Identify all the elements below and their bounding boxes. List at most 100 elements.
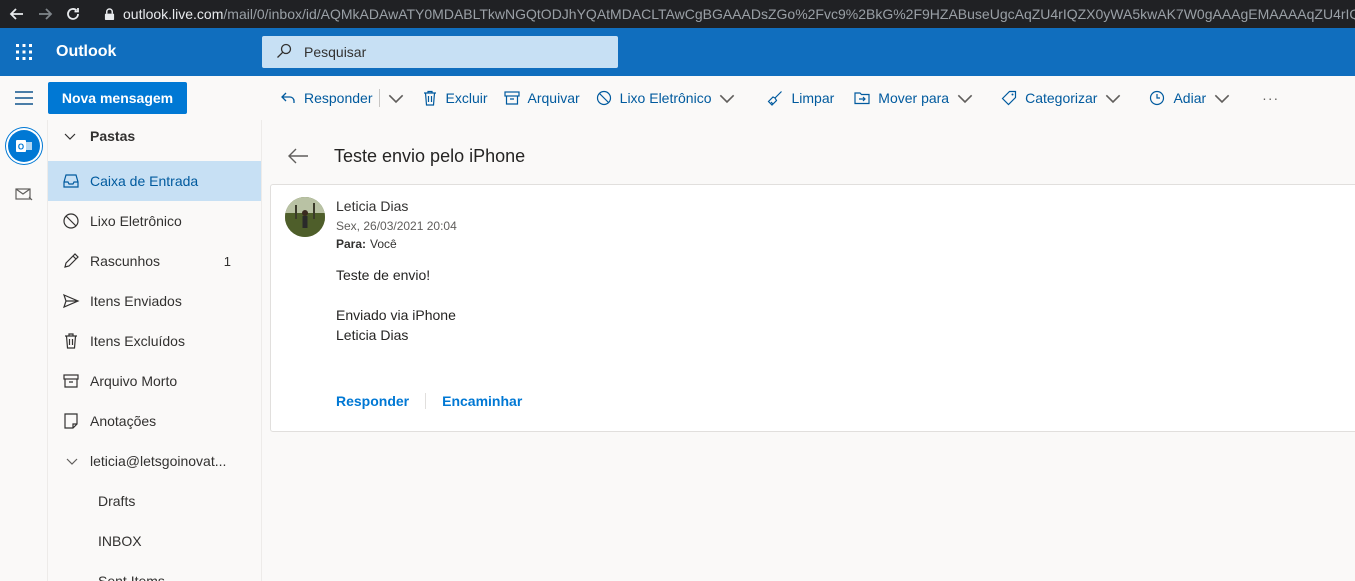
- more-actions-button[interactable]: ···: [1254, 76, 1287, 120]
- recipients: Para: Você: [336, 237, 397, 251]
- subfolder-drafts[interactable]: Drafts: [48, 481, 261, 521]
- body-line: Enviado via iPhone: [336, 307, 456, 323]
- junk-label: Lixo Eletrônico: [619, 90, 712, 106]
- folder-archive[interactable]: Arquivo Morto: [48, 361, 261, 401]
- svg-text:O: O: [18, 143, 24, 152]
- delete-label: Excluir: [445, 90, 488, 106]
- categorize-button[interactable]: Categorizar: [993, 76, 1137, 120]
- snooze-button[interactable]: Adiar: [1141, 76, 1246, 120]
- body-line: Teste de envio!: [336, 267, 431, 283]
- to-label: Para:: [336, 237, 367, 251]
- inbox-icon: [63, 174, 79, 188]
- forward-link[interactable]: Encaminhar: [442, 393, 522, 409]
- sweep-button[interactable]: Limpar: [759, 76, 842, 120]
- reply-icon: [281, 92, 295, 103]
- snooze-label: Adiar: [1173, 90, 1207, 106]
- sent-icon: [63, 293, 80, 309]
- app-rail: O: [0, 120, 48, 581]
- back-arrow-icon[interactable]: [262, 148, 334, 164]
- search-icon: [276, 43, 292, 62]
- folder-label: Arquivo Morto: [90, 373, 178, 389]
- notes-icon: [64, 413, 78, 429]
- message-date: Sex, 26/03/2021 20:04: [336, 219, 457, 233]
- message-card: Leticia Dias Sex, 26/03/2021 20:04 Para:…: [270, 184, 1355, 432]
- message-actions: Responder Encaminhar: [336, 393, 522, 409]
- reply-button[interactable]: Responder: [272, 76, 379, 120]
- account-folder-group[interactable]: leticia@letsgoinovat...: [48, 441, 261, 481]
- tag-icon: [1001, 90, 1017, 106]
- chevron-down-icon: [1106, 94, 1121, 104]
- new-message-button[interactable]: Nova mensagem: [48, 82, 187, 114]
- body-line: [336, 285, 456, 305]
- archive-label: Arquivar: [527, 90, 580, 106]
- folder-label: Itens Enviados: [90, 293, 182, 309]
- url-field[interactable]: outlook.live.com /mail/0/inbox/id/AQMkAD…: [104, 0, 1355, 28]
- app-header: Outlook Pesquisar: [0, 28, 1355, 76]
- junk-icon: [63, 213, 79, 229]
- folder-drafts[interactable]: Rascunhos 1: [48, 241, 261, 281]
- unread-count: 1: [223, 253, 231, 269]
- junk-button[interactable]: Lixo Eletrônico: [588, 76, 752, 120]
- message-body: Teste de envio! Enviado via iPhone Letic…: [336, 265, 456, 345]
- delete-button[interactable]: Excluir: [414, 76, 496, 120]
- toolbar-divider: [378, 89, 380, 107]
- trash-icon: [65, 333, 77, 349]
- chevron-down-icon: [64, 133, 76, 140]
- categorize-label: Categorizar: [1025, 90, 1098, 106]
- reply-label: Responder: [304, 90, 373, 106]
- broom-icon: [768, 91, 783, 106]
- reply-options-dropdown[interactable]: [382, 76, 414, 120]
- chevron-down-icon: [957, 94, 973, 104]
- reply-link[interactable]: Responder: [336, 393, 409, 409]
- app-title[interactable]: Outlook: [56, 43, 262, 61]
- browser-address-bar: outlook.live.com /mail/0/inbox/id/AQMkAD…: [0, 0, 1355, 28]
- draft-icon: [64, 253, 79, 268]
- url-host: outlook.live.com: [123, 6, 224, 22]
- folder-deleted[interactable]: Itens Excluídos: [48, 321, 261, 361]
- move-folder-icon: [854, 92, 870, 105]
- app-launcher-icon[interactable]: [0, 28, 48, 76]
- mail-app-button[interactable]: O: [0, 122, 48, 170]
- search-input[interactable]: Pesquisar: [262, 36, 618, 68]
- mail-envelope-icon[interactable]: [0, 170, 48, 218]
- to-value[interactable]: Você: [370, 237, 397, 251]
- reload-icon[interactable]: [62, 3, 84, 25]
- sweep-label: Limpar: [791, 90, 835, 106]
- folders-header[interactable]: Pastas: [48, 120, 261, 152]
- folder-label: Anotações: [90, 413, 157, 429]
- subfolder-inbox[interactable]: INBOX: [48, 521, 261, 561]
- clock-icon: [1150, 90, 1165, 106]
- back-arrow-icon[interactable]: [6, 3, 28, 25]
- forward-arrow-icon[interactable]: [34, 3, 56, 25]
- message-subject: Teste envio pelo iPhone: [334, 145, 526, 166]
- folder-notes[interactable]: Anotações: [48, 401, 261, 441]
- folder-inbox[interactable]: Caixa de Entrada: [48, 161, 261, 201]
- subfolder-sent-items[interactable]: Sent Items: [48, 561, 261, 581]
- folders-header-label: Pastas: [90, 128, 136, 144]
- menu-icon[interactable]: [0, 76, 48, 120]
- blocked-icon: [596, 90, 611, 106]
- folder-label: Lixo Eletrônico: [90, 213, 182, 229]
- folder-junk[interactable]: Lixo Eletrônico: [48, 201, 261, 241]
- avatar[interactable]: [285, 197, 325, 237]
- trash-icon: [423, 90, 436, 106]
- move-to-button[interactable]: Mover para: [846, 76, 989, 120]
- move-to-label: Mover para: [878, 90, 950, 106]
- body-line: Leticia Dias: [336, 327, 409, 343]
- command-bar: Nova mensagem Responder Excluir Arquivar…: [0, 76, 1355, 120]
- chevron-down-icon: [1214, 94, 1230, 104]
- url-path: /mail/0/inbox/id/AQMkADAwATY0MDABLTkwNGQ…: [223, 6, 1355, 22]
- account-label: leticia@letsgoinovat...: [90, 453, 227, 469]
- archive-button[interactable]: Arquivar: [496, 76, 588, 120]
- folder-label: Caixa de Entrada: [90, 173, 199, 189]
- outlook-logo-icon: O: [8, 130, 40, 162]
- chevron-down-icon: [66, 458, 78, 465]
- folder-label: Itens Excluídos: [90, 333, 185, 349]
- message-toolbar: Responder Excluir Arquivar Lixo Eletrôni…: [272, 76, 1287, 120]
- folder-label: Rascunhos: [90, 253, 161, 269]
- reading-pane: Teste envio pelo iPhone Leticia Dias Sex…: [262, 120, 1355, 581]
- folder-sent[interactable]: Itens Enviados: [48, 281, 261, 321]
- actions-divider: [425, 393, 427, 409]
- chevron-down-icon: [720, 94, 735, 104]
- sender-name[interactable]: Leticia Dias: [336, 198, 408, 214]
